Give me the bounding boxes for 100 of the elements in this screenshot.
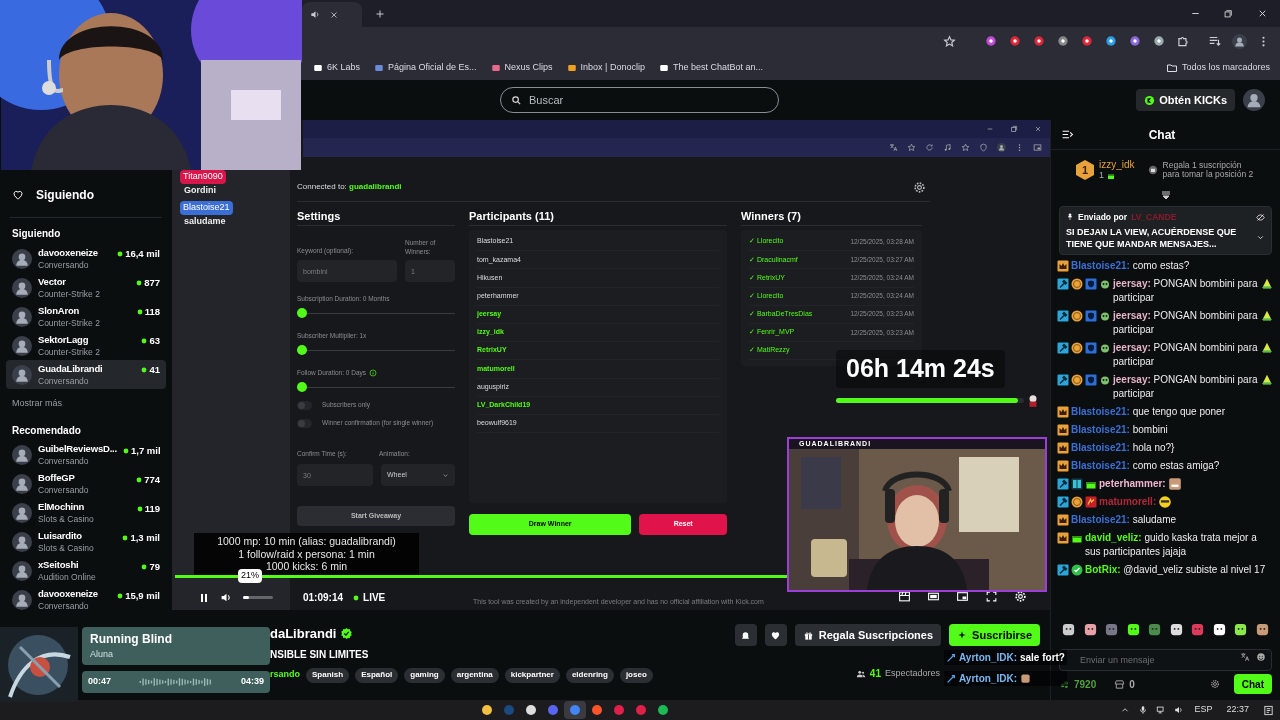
channel-name: xSeitoshi xyxy=(38,559,79,571)
kicks-button[interactable]: Obtén KICKs xyxy=(1136,89,1235,111)
channel-item[interactable]: Luisardito Slots & Casino 1,3 mil xyxy=(6,527,166,557)
translate-icon[interactable] xyxy=(889,143,898,152)
toggle-switch[interactable] xyxy=(297,418,312,428)
bookmark[interactable]: The best ChatBot an... xyxy=(659,60,764,75)
volume-icon[interactable] xyxy=(220,591,233,604)
browser-tab[interactable] xyxy=(302,2,362,27)
send-chat-button[interactable]: Chat xyxy=(1233,674,1272,694)
collapse-chat-icon[interactable] xyxy=(1061,128,1074,141)
notifications-icon[interactable] xyxy=(1263,704,1274,716)
close-icon[interactable] xyxy=(329,9,339,20)
star-icon[interactable] xyxy=(907,143,916,152)
emote-icon[interactable] xyxy=(1254,621,1270,637)
tag[interactable]: joseo xyxy=(619,667,653,683)
shield-icon[interactable] xyxy=(979,143,988,152)
restore-icon[interactable] xyxy=(1223,9,1233,19)
bookmark[interactable]: Página Oficial de Es... xyxy=(374,60,477,75)
channel-item[interactable]: davooxeneize Conversando 16,4 mil xyxy=(6,244,166,273)
volume-icon[interactable] xyxy=(1174,705,1185,715)
theater-icon[interactable] xyxy=(927,590,940,603)
emote-icon[interactable] xyxy=(1061,621,1076,637)
toggle-switch[interactable] xyxy=(297,400,312,410)
channel-item[interactable]: davooxeneize Conversando 15,9 mil xyxy=(6,585,166,615)
clip-icon[interactable] xyxy=(898,590,911,603)
microphone-icon[interactable] xyxy=(1138,705,1149,715)
fullscreen-icon[interactable] xyxy=(985,590,998,603)
extension-icon[interactable] xyxy=(1152,34,1166,48)
crown-badge-icon xyxy=(1057,513,1069,526)
profile-icon[interactable] xyxy=(997,143,1006,152)
reload-icon[interactable] xyxy=(925,143,934,152)
bookmark[interactable]: Nexus Clips xyxy=(490,60,553,75)
gift-subs-button[interactable]: Regala Suscripciones xyxy=(794,624,942,646)
tag[interactable]: gaming xyxy=(404,667,445,683)
star-icon[interactable] xyxy=(943,34,956,48)
emote-icon[interactable] xyxy=(1168,621,1184,637)
category-link[interactable]: rsando xyxy=(270,668,300,682)
slider-thumb[interactable] xyxy=(297,308,307,318)
channel-item[interactable]: SektorLagg Counter-Strike 2 63 xyxy=(6,331,166,360)
restore-icon[interactable] xyxy=(1010,125,1018,133)
follow-button[interactable] xyxy=(764,624,787,646)
channel-name: davooxeneize xyxy=(38,588,98,600)
tag[interactable]: Spanish xyxy=(306,667,350,683)
close-icon[interactable] xyxy=(1257,8,1268,19)
channel-item[interactable]: Vector Counter-Strike 2 877 xyxy=(6,273,166,302)
star-icon[interactable] xyxy=(961,143,970,152)
channel-item[interactable]: GuibelReviewsD... Conversando 1,7 mil xyxy=(6,440,166,470)
pip-icon[interactable] xyxy=(956,590,969,603)
new-tab-icon[interactable] xyxy=(374,8,386,20)
profile-icon[interactable] xyxy=(1232,33,1247,49)
search-field[interactable]: Buscar xyxy=(500,87,779,113)
queue-icon[interactable] xyxy=(1208,34,1222,48)
emote-icon[interactable] xyxy=(1125,621,1141,637)
channel-item[interactable]: GuadaLibrandi Conversando 41 xyxy=(6,360,166,389)
tag[interactable]: argentina xyxy=(450,667,499,683)
extension-icon[interactable] xyxy=(1008,34,1022,48)
emote-icon[interactable] xyxy=(1233,621,1249,637)
sidebar-icon[interactable] xyxy=(1033,143,1042,152)
pin-icon xyxy=(1066,213,1074,222)
bookmark[interactable]: Inbox | Donoclip xyxy=(566,60,645,75)
slider-thumb[interactable] xyxy=(297,382,307,392)
emote-icon[interactable] xyxy=(1082,621,1098,637)
nav-item[interactable]: Siguiendo xyxy=(6,183,166,207)
store-icon[interactable] xyxy=(1114,678,1126,690)
extension-icon[interactable] xyxy=(984,34,998,48)
bookmarks-folder[interactable]: Todos los marcadores xyxy=(1165,60,1270,75)
slider-thumb[interactable] xyxy=(297,345,307,355)
puzzle-icon[interactable] xyxy=(1176,34,1190,48)
music-icon[interactable] xyxy=(943,143,952,152)
extension-icon[interactable] xyxy=(1080,34,1094,48)
settings-icon[interactable] xyxy=(913,180,926,194)
network-icon[interactable] xyxy=(1156,705,1167,715)
avatar-icon xyxy=(12,248,32,269)
channel-item[interactable]: BoffeGP Conversando 774 xyxy=(6,469,166,499)
live-dot-icon xyxy=(141,367,148,374)
channel-item[interactable]: xSeitoshi Audition Online 79 xyxy=(6,556,166,586)
extension-icon[interactable] xyxy=(1056,34,1070,48)
extension-icon[interactable] xyxy=(1128,34,1142,48)
language-indicator[interactable]: ESP xyxy=(1194,703,1213,717)
show-more-link[interactable]: Mostrar más xyxy=(6,397,166,411)
chevron-down-icon[interactable] xyxy=(1159,190,1172,202)
clock[interactable]: 22:37 xyxy=(1226,703,1249,717)
user-avatar-icon[interactable] xyxy=(1243,89,1265,111)
tag[interactable]: kickpartner xyxy=(504,667,560,683)
coin-badge-icon xyxy=(1071,309,1083,322)
channel-item[interactable]: SlonAron Counter-Strike 2 118 xyxy=(6,302,166,331)
extension-icon[interactable] xyxy=(1032,34,1046,48)
notification-button[interactable] xyxy=(734,624,757,646)
pause-icon[interactable] xyxy=(198,591,210,604)
channel-item[interactable]: ElMochinn Slots & Casino 119 xyxy=(6,498,166,528)
hide-icon[interactable] xyxy=(1256,212,1265,222)
emote-icon[interactable] xyxy=(1211,621,1227,637)
tag[interactable]: Español xyxy=(355,667,399,683)
leader-name: izzy_idk xyxy=(1099,159,1135,170)
tag[interactable]: eldenring xyxy=(565,667,614,683)
subscribe-button[interactable]: Suscribirse xyxy=(949,624,1040,646)
extension-icon[interactable] xyxy=(1104,34,1118,48)
close-icon[interactable] xyxy=(1034,125,1042,133)
chat-message: jeersay: PONGAN bombini para participar xyxy=(1113,276,1258,305)
bookmark[interactable]: 6K Labs xyxy=(313,60,361,75)
